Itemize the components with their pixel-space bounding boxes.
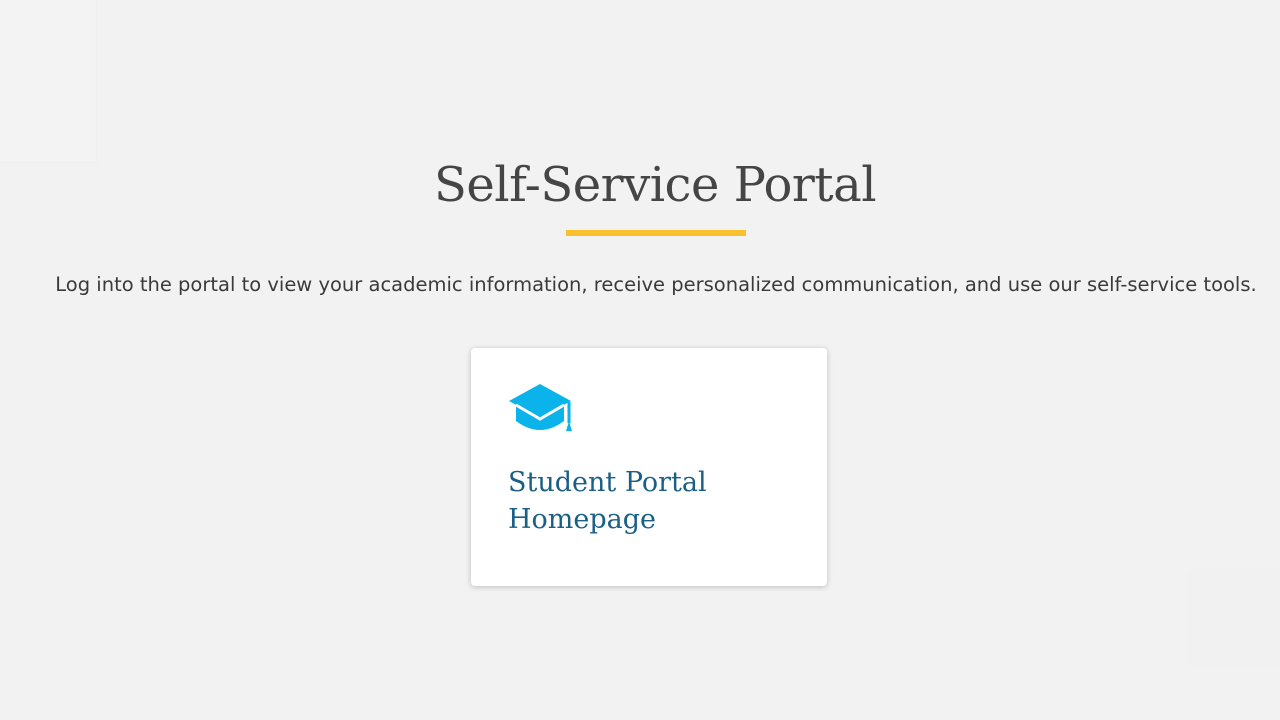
student-portal-card[interactable]: Student Portal Homepage <box>471 348 827 586</box>
title-underline <box>566 230 746 236</box>
faded-widget <box>1186 568 1280 668</box>
graduation-cap-icon <box>508 381 576 433</box>
faded-panel <box>0 0 97 163</box>
card-label[interactable]: Student Portal Homepage <box>508 464 808 538</box>
page-title: Self-Service Portal <box>433 157 877 213</box>
page: Self-Service Portal Log into the portal … <box>0 0 1280 720</box>
intro-text: Log into the portal to view your academi… <box>55 273 1257 296</box>
